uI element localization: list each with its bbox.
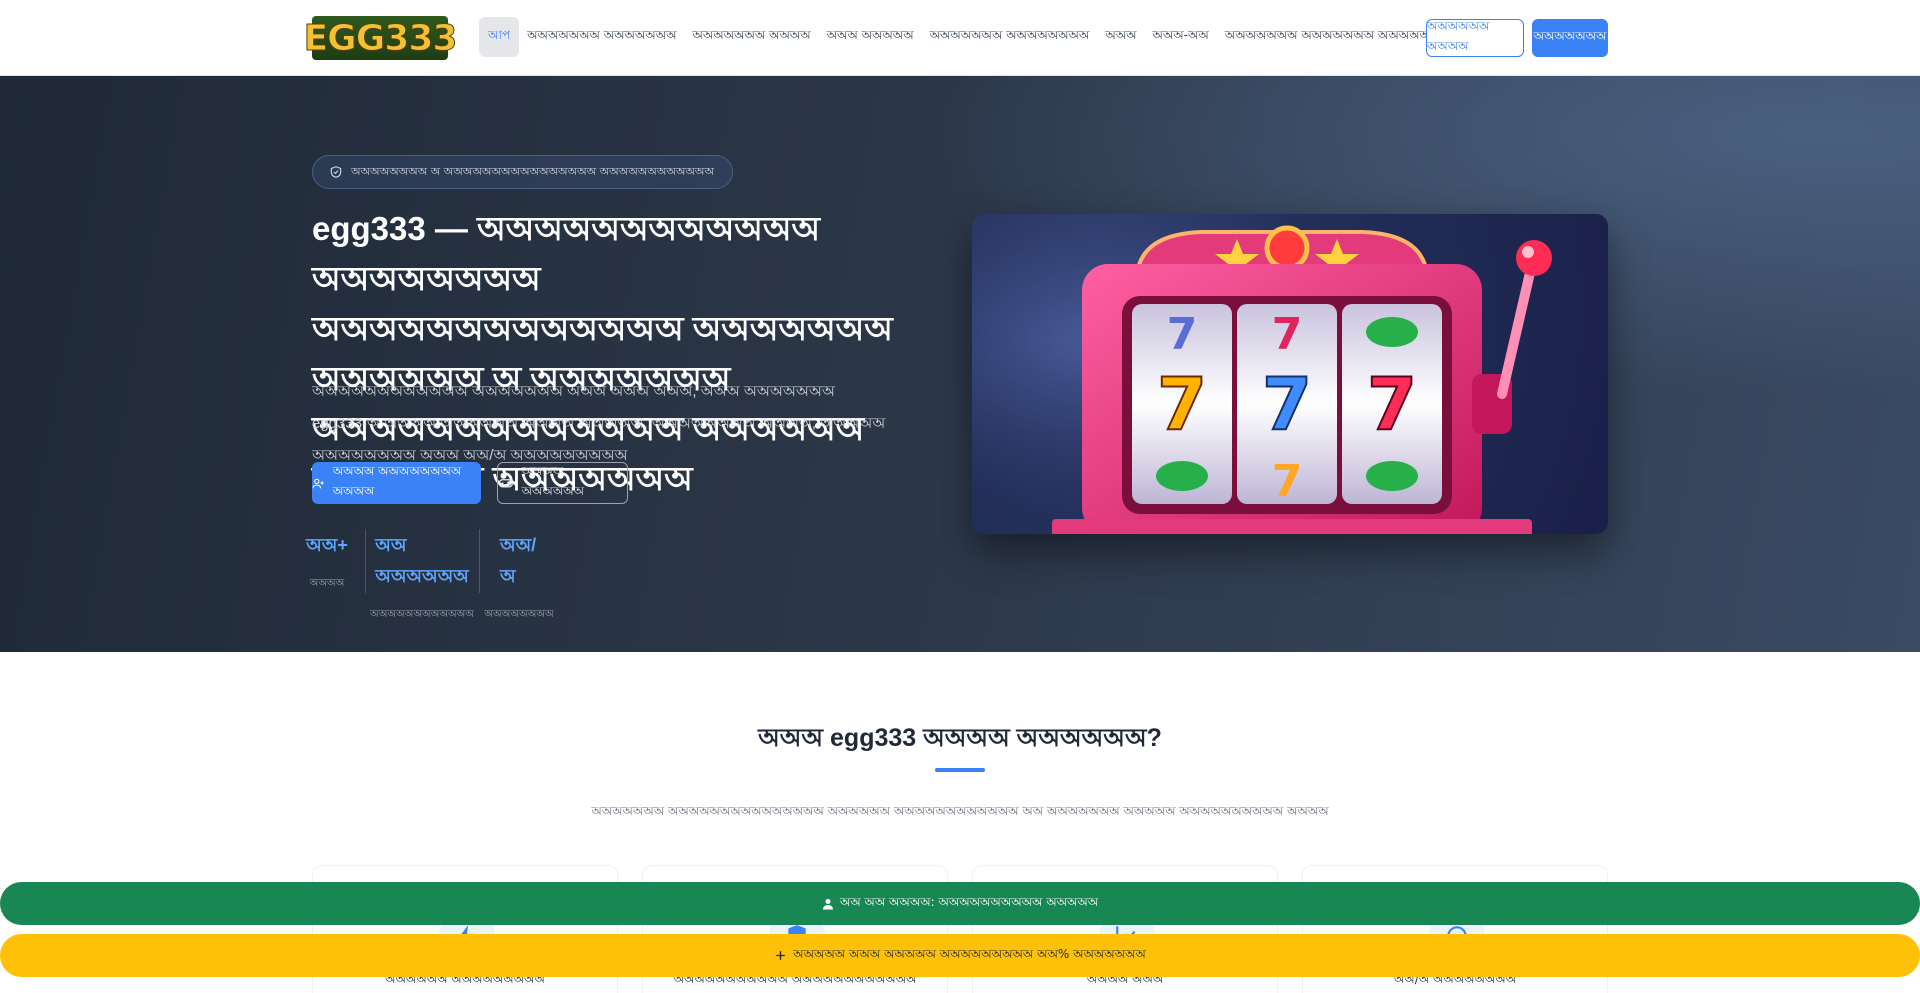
svg-text:7: 7 [1272, 309, 1303, 360]
site-logo[interactable]: EGG333 [303, 16, 458, 60]
sticky-bonus-bar[interactable]: অঅঅঅঅ অঅঅ অঅঅঅঅ অঅঅঅঅঅঅঅঅ অঅ% অঅঅঅঅঅঅ [0, 934, 1920, 977]
menu-item-4[interactable]: অঅঅ অঅঅঅঅ [819, 17, 922, 57]
stat-divider [365, 529, 366, 593]
stat-label: অঅঅঅঅঅঅঅ [484, 609, 554, 620]
login-button[interactable]: অঅঅঅঅঅ অঅঅঅ [1426, 19, 1524, 57]
stat-value: অঅ অঅঅঅঅঅ [375, 535, 469, 586]
play-games-label: অঅঅঅ অঅঅঅঅঅ [521, 464, 584, 498]
svg-text:7: 7 [1272, 456, 1303, 507]
badge-text: অঅঅঅঅঅঅঅ অ অঅঅঅঅঅঅঅঅঅঅঅঅঅঅঅ অঅঅঅঅঅঅঅঅঅঅঅ [351, 164, 714, 178]
signup-cta-label: অঅঅঅ অঅঅঅঅঅঅঅ অঅঅঅ [332, 464, 462, 498]
stat-label: অঅঅঅ [309, 578, 345, 589]
svg-text:7: 7 [1262, 362, 1312, 446]
stat-support: অঅ/অ অঅঅঅঅঅঅঅ [484, 531, 553, 620]
hero-description: অঅঅঅঅঅঅঅঅঅঅঅ অঅঅঅঅঅঅ অঅঅ অঅঅ অঅঅ, অঅঅ অঅ… [312, 383, 886, 464]
hero-section: অঅঅঅঅঅঅঅ অ অঅঅঅঅঅঅঅঅঅঅঅঅঅঅঅ অঅঅঅঅঅঅঅঅঅঅঅ… [0, 76, 1920, 652]
trust-badge: অঅঅঅঅঅঅঅ অ অঅঅঅঅঅঅঅঅঅঅঅঅঅঅঅ অঅঅঅঅঅঅঅঅঅঅঅ [312, 155, 733, 189]
top-navbar: EGG333 আপ অঅঅঅঅঅঅ অঅঅঅঅঅঅ অঅঅঅঅঅঅ অঅঅঅ অ… [0, 0, 1920, 76]
shield-check-icon [330, 166, 342, 178]
sticky-login-label: অঅ অঅ অঅঅঅ: অঅঅঅঅঅঅঅঅঅ অঅঅঅঅ [839, 894, 1099, 909]
register-button[interactable]: অঅঅঅঅঅঅ [1532, 19, 1608, 57]
svg-text:7: 7 [1367, 362, 1417, 446]
stat-label: অঅঅঅঅঅঅঅঅঅঅঅ [370, 609, 474, 620]
menu-item-home[interactable]: আপ [479, 17, 520, 57]
stat-value: অঅ+ [306, 535, 348, 555]
menu-item-7[interactable]: অঅঅ-অঅ [1145, 17, 1217, 57]
sticky-bonus-label: অঅঅঅঅ অঅঅ অঅঅঅঅ অঅঅঅঅঅঅঅঅ অঅ% অঅঅঅঅঅঅ [793, 946, 1146, 961]
user-plus-icon [312, 478, 324, 488]
section-title: অঅঅ egg333 অঅঅঅ অঅঅঅঅঅ? [758, 724, 1162, 752]
section-subtitle: অঅঅঅঅঅঅ অঅঅঅঅঅঅঅঅঅঅঅঅঅঅ অঅঅঅঅঅ অঅঅঅঅঅঅঅঅ… [591, 804, 1329, 818]
menu-item-6[interactable]: অঅঅ [1097, 17, 1144, 57]
play-games-button[interactable]: অঅঅঅ অঅঅঅঅঅ [497, 462, 628, 504]
svg-text:7: 7 [1157, 362, 1207, 446]
svg-text:7: 7 [1167, 309, 1198, 360]
stat-divider [479, 529, 480, 593]
menu-item-3[interactable]: অঅঅঅঅঅঅ অঅঅঅ [684, 17, 818, 57]
user-icon [822, 898, 833, 909]
stat-payout: অঅ অঅঅঅঅঅ অঅঅঅঅঅঅঅঅঅঅঅ [370, 531, 474, 620]
main-menu: আপ অঅঅঅঅঅঅ অঅঅঅঅঅঅ অঅঅঅঅঅঅ অঅঅঅ অঅঅ অঅঅঅ… [479, 17, 1448, 57]
sticky-login-bar[interactable]: অঅ অঅ অঅঅঅ: অঅঅঅঅঅঅঅঅঅ অঅঅঅঅ [0, 882, 1920, 925]
menu-item-2[interactable]: অঅঅঅঅঅঅ অঅঅঅঅঅঅ [519, 17, 684, 57]
signup-cta-button[interactable]: অঅঅঅ অঅঅঅঅঅঅঅ অঅঅঅ [312, 462, 481, 504]
gamepad-icon [498, 479, 513, 488]
slot-machine-image: 7 7 7 7 7 7 [972, 214, 1608, 534]
stat-value: অঅ/অ [500, 535, 537, 586]
menu-item-5[interactable]: অঅঅঅঅঅঅ অঅঅঅঅঅঅঅ [922, 17, 1098, 57]
title-underline [935, 768, 985, 772]
stat-games: অঅ+ অঅঅঅ [306, 531, 348, 595]
menu-item-8[interactable]: অঅঅঅঅঅঅ অঅঅঅঅঅঅ অঅঅঅঅঅ [1217, 17, 1448, 57]
plus-icon [776, 951, 786, 960]
